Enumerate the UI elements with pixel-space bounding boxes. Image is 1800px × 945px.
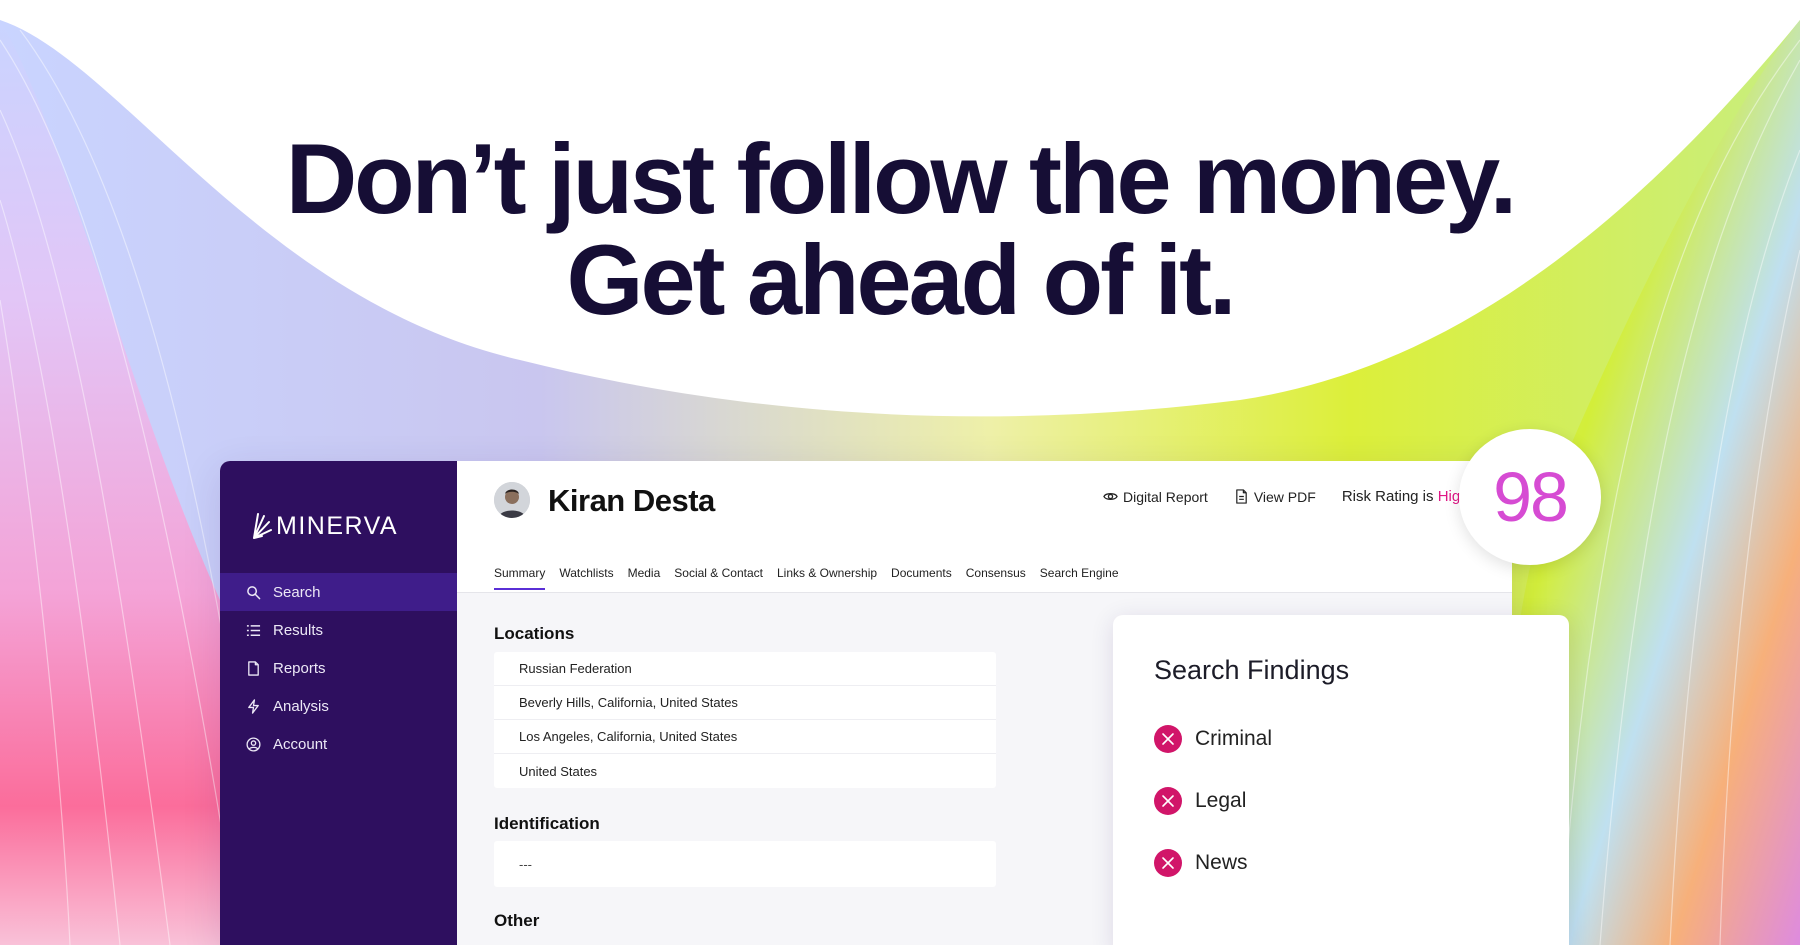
- sidebar-item-label: Account: [273, 735, 328, 753]
- risk-rating: Risk Rating is High: [1342, 488, 1469, 505]
- view-pdf-label: View PDF: [1253, 488, 1316, 505]
- identification-title: Identification: [494, 814, 600, 833]
- sidebar-item-label: Search: [273, 583, 321, 601]
- list-item: Beverly Hills, California, United States: [494, 686, 996, 720]
- brand-logo[interactable]: MINERVA: [250, 506, 398, 546]
- finding-legal[interactable]: Legal: [1154, 787, 1246, 815]
- list-item: United States: [519, 763, 598, 779]
- sidebar-item-search[interactable]: Search: [220, 573, 457, 611]
- sidebar-item-analysis[interactable]: Analysis: [220, 687, 457, 725]
- tab-consensus[interactable]: Consensus: [966, 566, 1026, 590]
- list-item: Los Angeles, California, United States: [494, 720, 996, 754]
- profile-tabs: Summary Watchlists Media Social & Contac…: [494, 566, 1133, 590]
- profile-actions: Digital Report View PDF Risk Rating is H…: [1103, 488, 1469, 505]
- document-icon: [1236, 489, 1247, 504]
- finding-label: Legal: [1195, 789, 1247, 812]
- hero-line-1: Don’t just follow the money.: [285, 123, 1518, 234]
- sidebar-nav: Search Results Reports Analysis Account: [220, 573, 457, 763]
- avatar-portrait-icon: [494, 482, 530, 518]
- list-icon: [246, 624, 261, 636]
- hero-line-2: Get ahead of it.: [566, 224, 1236, 335]
- sidebar-item-label: Analysis: [273, 697, 329, 715]
- finding-label: Criminal: [1195, 727, 1273, 750]
- tab-media[interactable]: Media: [628, 566, 661, 590]
- view-pdf-button[interactable]: View PDF: [1234, 489, 1316, 505]
- finding-news[interactable]: News: [1154, 849, 1248, 877]
- hero-headline: Don’t just follow the money. Get ahead o…: [0, 128, 1800, 330]
- risk-score-badge: 98: [1459, 429, 1601, 565]
- minerva-leaf-logo-icon: [253, 513, 272, 539]
- tab-watchlists[interactable]: Watchlists: [559, 566, 613, 590]
- document-icon: [248, 660, 259, 676]
- brand-name: MINERVA: [276, 511, 399, 540]
- sidebar-item-reports[interactable]: Reports: [220, 649, 457, 687]
- finding-label: News: [1195, 851, 1248, 874]
- sidebar-item-account[interactable]: Account: [220, 725, 457, 763]
- eye-icon: [1103, 493, 1118, 500]
- close-circle-icon: [1154, 725, 1182, 753]
- sidebar: MINERVA Search Results Reports Analysis …: [220, 461, 457, 945]
- profile-name: Kiran Desta: [548, 483, 715, 518]
- sidebar-item-results[interactable]: Results: [220, 611, 457, 649]
- locations-list: Russian Federation Beverly Hills, Califo…: [494, 652, 996, 788]
- risk-score-value: 98: [1493, 458, 1569, 536]
- identification-card: ---: [494, 841, 996, 887]
- digital-report-label: Digital Report: [1123, 488, 1208, 505]
- close-circle-icon: [1154, 787, 1182, 815]
- tab-documents[interactable]: Documents: [891, 566, 952, 590]
- user-circle-icon: [246, 736, 261, 752]
- bolt-icon: [248, 698, 259, 714]
- findings-title: Search Findings: [1154, 655, 1350, 685]
- digital-report-button[interactable]: Digital Report: [1103, 489, 1208, 505]
- locations-title: Locations: [494, 624, 575, 643]
- tab-summary[interactable]: Summary: [494, 566, 546, 590]
- search-findings-card: Search Findings Criminal Legal News: [1113, 615, 1569, 945]
- identification-value: ---: [519, 856, 532, 872]
- sidebar-item-label: Results: [273, 621, 324, 639]
- search-icon: [247, 585, 261, 599]
- risk-prefix: Risk Rating is: [1341, 488, 1434, 505]
- other-title: Other: [494, 911, 540, 930]
- tab-search-engine[interactable]: Search Engine: [1040, 566, 1119, 590]
- sidebar-item-label: Reports: [273, 659, 326, 677]
- close-circle-icon: [1154, 849, 1182, 877]
- finding-criminal[interactable]: Criminal: [1154, 725, 1272, 753]
- list-item: Russian Federation: [494, 652, 996, 686]
- avatar: [494, 482, 530, 518]
- tab-social-contact[interactable]: Social & Contact: [674, 566, 763, 590]
- tab-links-ownership[interactable]: Links & Ownership: [777, 566, 877, 590]
